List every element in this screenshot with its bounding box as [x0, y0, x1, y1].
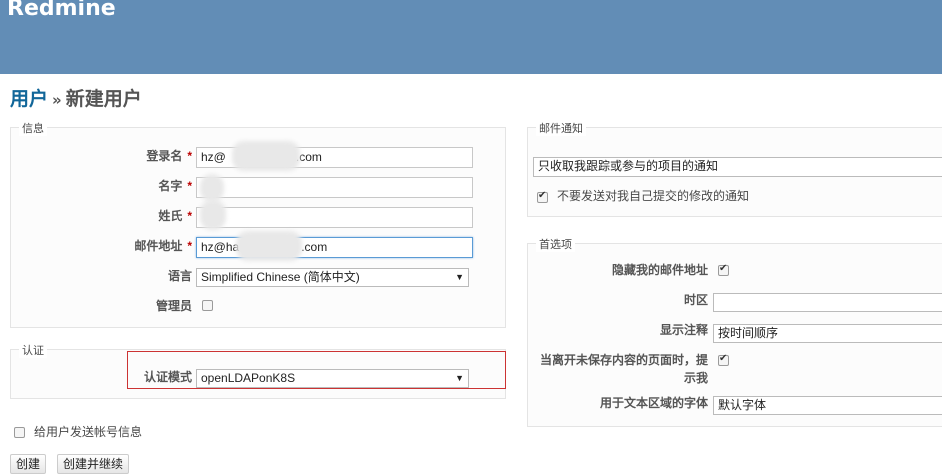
breadcrumb-users-link[interactable]: 用户: [10, 88, 48, 110]
info-legend: 信息: [19, 120, 47, 136]
textarea-font-label: 用于文本区域的字体: [599, 396, 708, 410]
breadcrumb-separator: »: [52, 91, 62, 109]
admin-checkbox[interactable]: [202, 300, 213, 311]
prefs-legend: 首选项: [536, 236, 575, 252]
chevron-down-icon: ▼: [455, 373, 464, 383]
no-self-notified-label: 不要发送对我自己提交的修改的通知: [557, 189, 750, 203]
email-redaction: [236, 231, 302, 261]
top-header: Redmine: [0, 0, 942, 74]
lastname-label: 姓氏 *: [158, 209, 192, 223]
timezone-select[interactable]: [713, 293, 942, 312]
email-label: 邮件地址 *: [134, 239, 192, 253]
mail-legend: 邮件通知: [536, 120, 586, 136]
create-continue-button[interactable]: 创建并继续: [57, 454, 130, 474]
mail-notification-select[interactable]: 只收取我跟踪或参与的项目的通知: [533, 157, 942, 177]
textarea-font-select[interactable]: 默认字体: [713, 396, 942, 415]
auth-mode-label: 认证模式: [143, 370, 192, 384]
auth-mode-select[interactable]: openLDAPonK8S ▼: [196, 369, 469, 388]
comments-order-select[interactable]: 按时间顺序: [713, 324, 942, 343]
warn-leaving-label-1: 当离开未保存内容的页面时，提: [539, 353, 708, 367]
auth-legend: 认证: [19, 342, 47, 358]
warn-leaving-label-2: 示我: [683, 371, 708, 385]
page-title: 用户» 新建用户: [10, 84, 142, 111]
hide-mail-label: 隐藏我的邮件地址: [611, 263, 708, 277]
firstname-input[interactable]: [196, 177, 473, 198]
lastname-input[interactable]: [196, 207, 473, 228]
send-info-checkbox[interactable]: [14, 427, 25, 438]
firstname-label: 名字 *: [158, 179, 192, 193]
admin-label: 管理员: [155, 299, 192, 313]
breadcrumb-current: 新建用户: [65, 88, 142, 110]
required-mark: *: [187, 149, 192, 163]
chevron-down-icon: ▼: [455, 272, 464, 282]
send-info-label: 给用户发送帐号信息: [34, 425, 143, 439]
firstname-redaction: [200, 174, 224, 202]
timezone-label: 时区: [683, 293, 708, 307]
app-brand[interactable]: Redmine: [7, 0, 116, 21]
no-self-notified-checkbox[interactable]: [537, 190, 548, 203]
create-button[interactable]: 创建: [10, 454, 47, 474]
login-redaction: [232, 141, 300, 171]
lastname-redaction: [200, 200, 226, 230]
login-label: 登录名 *: [146, 149, 192, 163]
warn-leaving-checkbox[interactable]: [718, 353, 729, 366]
language-select[interactable]: Simplified Chinese (简体中文) ▼: [196, 268, 469, 287]
hide-mail-checkbox[interactable]: [718, 263, 729, 276]
comments-order-label: 显示注释: [659, 323, 708, 337]
language-label: 语言: [167, 269, 192, 283]
